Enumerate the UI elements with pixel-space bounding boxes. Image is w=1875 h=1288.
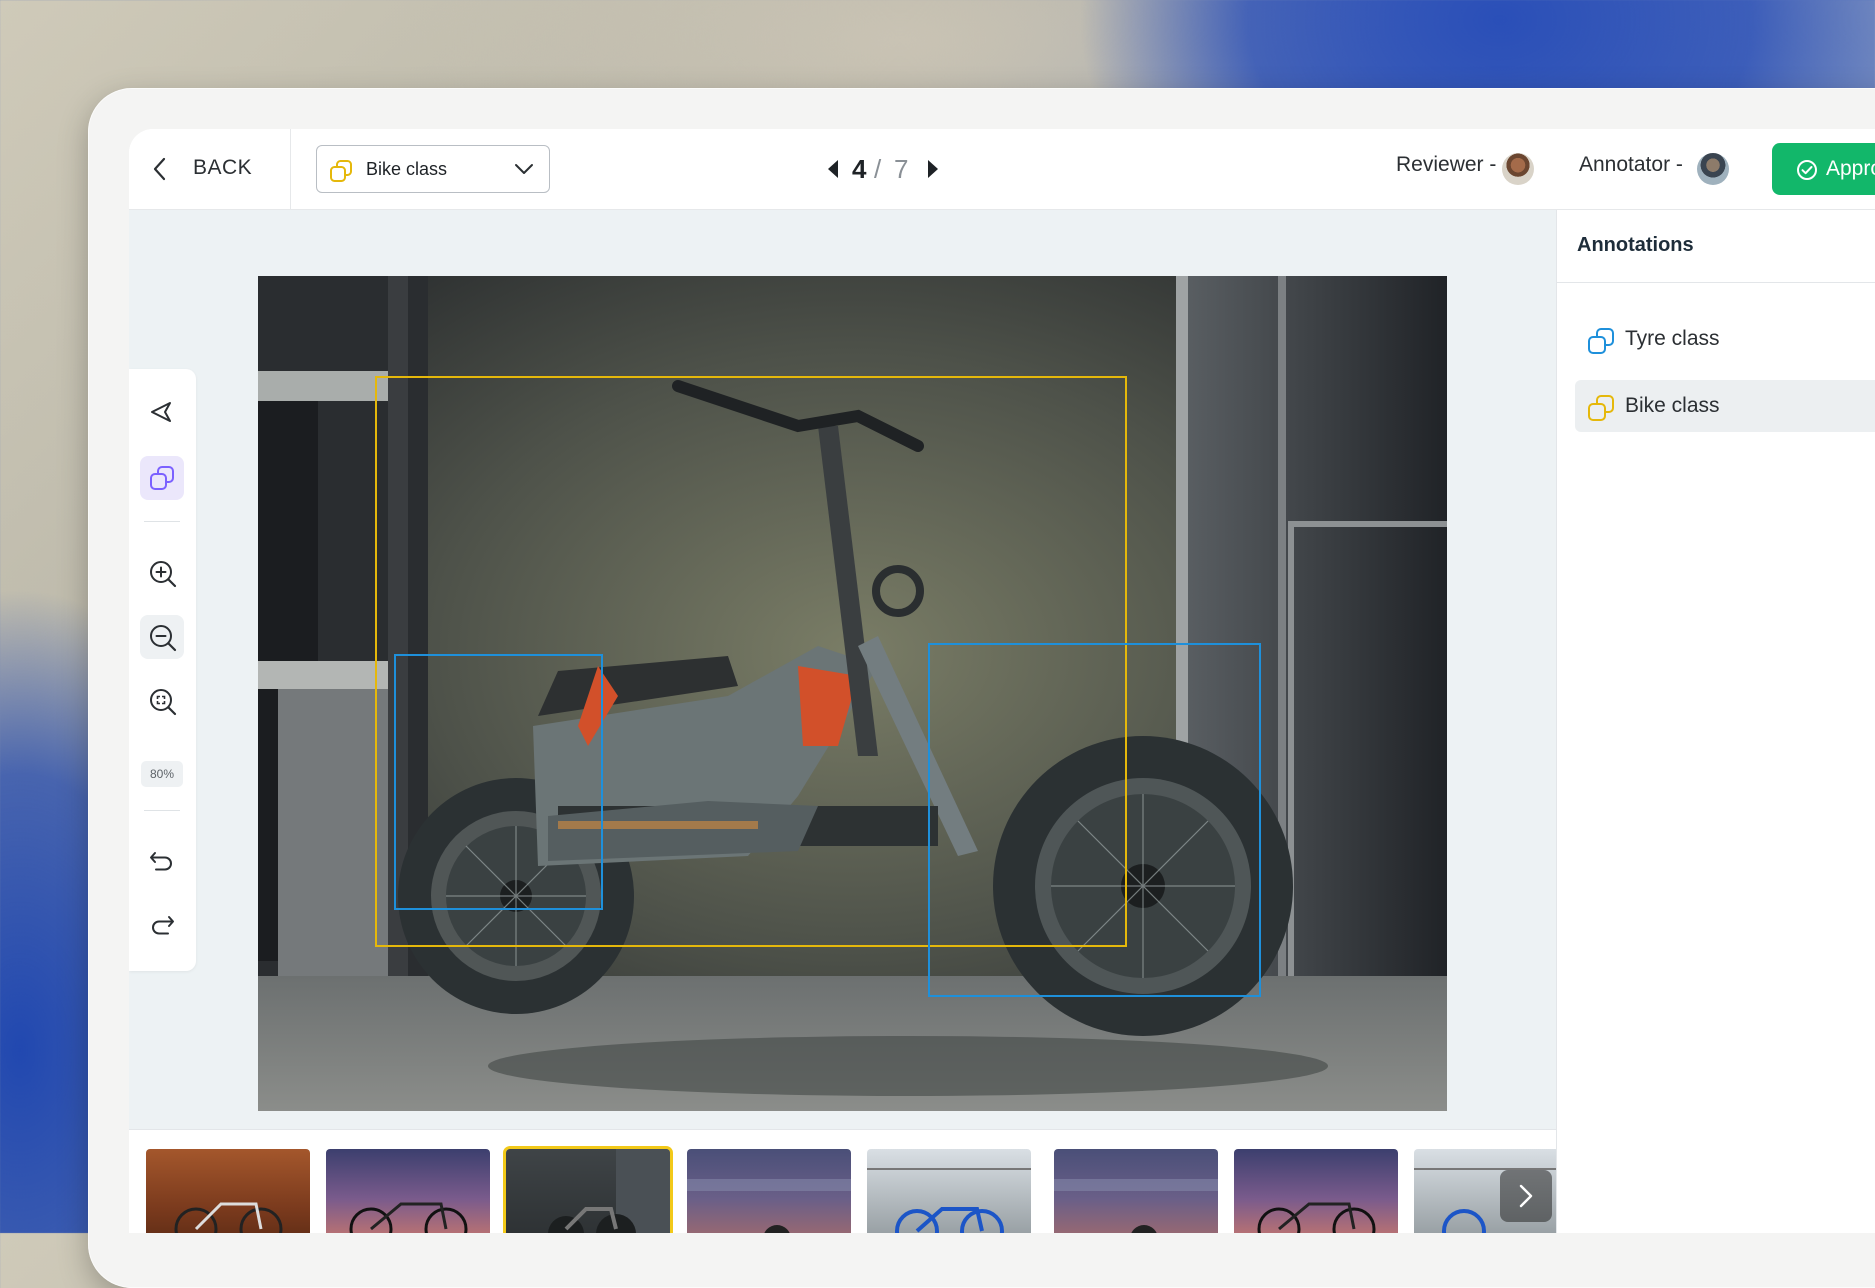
back-button[interactable]: BACK: [129, 129, 291, 209]
annotation-item-tyre-class[interactable]: Tyre class: [1575, 313, 1875, 365]
annotation-item-bike-class[interactable]: Bike class: [1575, 380, 1875, 432]
redo-tool[interactable]: [140, 904, 184, 948]
filmstrip-thumbnail[interactable]: [146, 1149, 310, 1233]
check-circle-icon: [1797, 160, 1817, 180]
next-image-icon[interactable]: [926, 158, 940, 180]
filmstrip-thumbnail[interactable]: [687, 1149, 851, 1233]
prev-image-icon[interactable]: [826, 158, 840, 180]
redo-icon: [152, 916, 174, 935]
image-filmstrip: [129, 1129, 1556, 1233]
pointer-tool[interactable]: [140, 391, 184, 435]
bbox-tyre-rear[interactable]: [394, 654, 603, 910]
toolbar-divider: [144, 810, 180, 811]
undo-icon: [150, 852, 172, 871]
annotations-panel: Annotations Tyre class Bike class: [1556, 210, 1875, 1233]
annotated-image[interactable]: [258, 276, 1447, 1111]
tool-sidebar: 80%: [129, 369, 196, 971]
class-selector[interactable]: Bike class: [316, 145, 550, 193]
annotator-avatar[interactable]: [1697, 153, 1729, 185]
annotation-item-label: Bike class: [1625, 394, 1720, 417]
filmstrip-thumbnail[interactable]: [1234, 1149, 1398, 1233]
pager-current: 4: [852, 154, 867, 184]
filmstrip-thumbnail[interactable]: [326, 1149, 490, 1233]
pointer-icon: [151, 402, 171, 422]
class-shape-icon: [1588, 328, 1614, 354]
annotation-app: BACK Bike class 4 / 7 Reviewer - Annotat…: [129, 129, 1875, 1233]
chevron-left-icon: [153, 157, 166, 181]
bbox-class-icon: [150, 466, 174, 490]
class-shape-icon: [330, 160, 352, 182]
pager-total: 7: [894, 154, 909, 184]
bbox-tyre-front[interactable]: [928, 643, 1261, 997]
bbox-tool[interactable]: [140, 456, 184, 500]
zoom-fit-icon: [150, 689, 177, 716]
panel-title: Annotations: [1577, 234, 1694, 256]
reviewer-avatar[interactable]: [1502, 153, 1534, 185]
pager-separator: /: [874, 154, 882, 184]
class-shape-icon: [1588, 395, 1614, 421]
back-label: BACK: [193, 156, 253, 179]
zoom-in-icon: [150, 561, 177, 588]
toolbar-divider: [144, 521, 180, 522]
chevron-right-icon: [1519, 1184, 1533, 1208]
panel-divider: [1557, 282, 1875, 283]
undo-tool[interactable]: [140, 840, 184, 884]
top-bar: BACK Bike class 4 / 7 Reviewer - Annotat…: [129, 129, 1875, 210]
approve-label: Approve: [1826, 157, 1875, 180]
filmstrip-thumbnail[interactable]: [1054, 1149, 1218, 1233]
zoom-fit-tool[interactable]: [140, 679, 184, 723]
zoom-out-tool[interactable]: [140, 615, 184, 659]
annotation-item-label: Tyre class: [1625, 327, 1720, 350]
filmstrip-thumbnail-selected[interactable]: [506, 1149, 670, 1233]
reviewer-label: Reviewer -: [1396, 153, 1497, 176]
filmstrip-next-button[interactable]: [1500, 1170, 1552, 1222]
zoom-level: 80%: [141, 761, 183, 787]
chevron-down-icon: [515, 164, 533, 174]
class-selector-value: Bike class: [366, 159, 448, 179]
image-pager: 4 / 7: [826, 149, 966, 189]
canvas-area: 80%: [129, 210, 1556, 1233]
zoom-out-icon: [150, 625, 177, 652]
filmstrip-thumbnail[interactable]: [867, 1149, 1031, 1233]
zoom-in-tool[interactable]: [140, 551, 184, 595]
approve-button[interactable]: Approve: [1772, 143, 1875, 195]
annotator-label: Annotator -: [1579, 153, 1683, 176]
